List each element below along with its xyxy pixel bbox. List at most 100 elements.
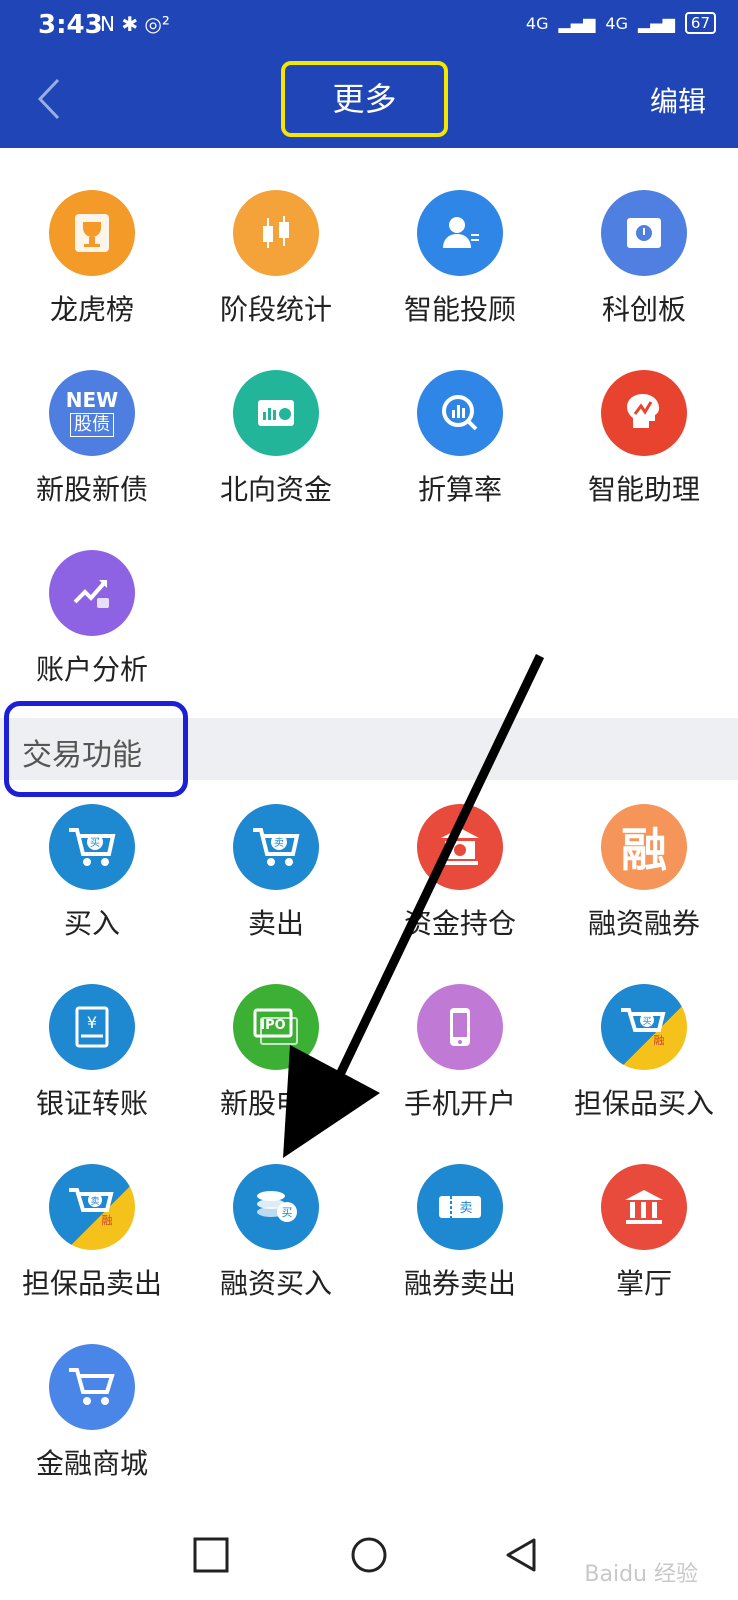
northbound-fund-icon	[233, 370, 319, 456]
edit-button[interactable]: 编辑	[650, 80, 706, 120]
candlestick-icon	[233, 190, 319, 276]
sell-cart-icon: 卖	[233, 804, 319, 890]
margin-buy-icon: 买	[233, 1164, 319, 1250]
grid-item-buy[interactable]: 买 买入	[0, 804, 184, 942]
grid-item-ipo[interactable]: IPO 新股申购	[184, 984, 368, 1122]
feature-grid: 龙虎榜 阶段统计 智能投顾 科创板 NEW 股债 新股新债 北向资金 折算率 智…	[0, 148, 738, 708]
short-sell-glyph: 卖	[459, 1201, 472, 1216]
grid-item-label: 卖出	[247, 907, 304, 940]
grid-item-label: 北向资金	[219, 473, 332, 506]
trade-grid: 买 买入 卖 卖出 资金持仓 融 融资融券 ¥ 银证转账 IPO 新股申购 手机…	[0, 780, 738, 1500]
signal-2: 4G	[605, 13, 628, 33]
grid-item-label: 担保品买入	[573, 1087, 714, 1120]
new-stock-bond-icon: NEW 股债	[49, 370, 135, 456]
grid-item-northbound[interactable]: 北向资金	[184, 370, 368, 508]
grid-item-label: 买入	[63, 907, 120, 940]
mobile-account-icon	[417, 984, 503, 1070]
grid-item-account-analysis[interactable]: 账户分析	[0, 550, 184, 688]
conversion-rate-icon	[417, 370, 503, 456]
page-title: 更多	[281, 61, 448, 137]
watermark: Baidu 经验	[584, 1562, 698, 1587]
bank-holding-icon	[417, 804, 503, 890]
badge-new: NEW	[65, 388, 119, 412]
star-board-icon	[601, 190, 687, 276]
back-nav-icon[interactable]	[500, 1532, 546, 1578]
grid-item-smart-advisor[interactable]: 智能投顾	[368, 190, 552, 328]
grid-item-mall[interactable]: 金融商城	[0, 1344, 184, 1482]
short-sell-icon: 卖	[417, 1164, 503, 1250]
grid-item-new-stock-bond[interactable]: NEW 股债 新股新债	[0, 370, 184, 508]
grid-item-label: 账户分析	[35, 653, 148, 686]
grid-item-label: 融券卖出	[403, 1267, 516, 1300]
grid-item-label: 折算率	[417, 473, 502, 506]
collateral-sell-glyph: 卖	[90, 1196, 99, 1207]
status-icons: N ✱ ◎²	[100, 12, 170, 36]
grid-item-label: 融资融券	[587, 907, 700, 940]
grid-item-label: 融资买入	[219, 1267, 332, 1300]
sell-glyph: 卖	[274, 837, 284, 849]
grid-item-mobile-account[interactable]: 手机开户	[368, 984, 552, 1122]
collateral-buy-glyph2: 融	[654, 1034, 665, 1047]
section-header: 交易功能	[0, 701, 738, 797]
grid-item-label: 阶段统计	[219, 293, 332, 326]
grid-item-collateral-buy[interactable]: 买融 担保品买入	[552, 984, 736, 1122]
grid-item-margin[interactable]: 融 融资融券	[552, 804, 736, 942]
section-title: 交易功能	[22, 738, 142, 773]
status-bar: 3:43 N ✱ ◎² 4G ▂▄▆ 4G ▂▄▆ 67	[0, 0, 738, 50]
collateral-sell-icon: 卖融	[49, 1164, 135, 1250]
grid-item-label: 资金持仓	[403, 907, 516, 940]
grid-item-short-sell[interactable]: 卖 融券卖出	[368, 1164, 552, 1302]
home-icon[interactable]	[346, 1532, 392, 1578]
signal-bars-icon-2: ▂▄▆	[637, 13, 675, 33]
advisor-icon	[417, 190, 503, 276]
grid-item-label: 智能投顾	[403, 293, 516, 326]
grid-item-longhubang[interactable]: 龙虎榜	[0, 190, 184, 328]
grid-item-label: 银证转账	[35, 1087, 148, 1120]
status-right: 4G ▂▄▆ 4G ▂▄▆ 67	[526, 12, 716, 34]
margin-icon: 融	[601, 804, 687, 890]
grid-item-stage-stats[interactable]: 阶段统计	[184, 190, 368, 328]
back-icon[interactable]	[30, 74, 70, 124]
grid-item-label: 科创板	[601, 293, 686, 326]
margin-buy-glyph: 买	[282, 1206, 293, 1219]
grid-item-label: 担保品卖出	[21, 1267, 162, 1300]
grid-item-bank-transfer[interactable]: ¥ 银证转账	[0, 984, 184, 1122]
hall-icon	[601, 1164, 687, 1250]
grid-item-fund-holding[interactable]: 资金持仓	[368, 804, 552, 942]
yen-glyph: ¥	[87, 1013, 97, 1032]
collateral-buy-glyph: 买	[642, 1016, 651, 1027]
recent-apps-icon[interactable]	[188, 1532, 234, 1578]
buy-glyph: 买	[90, 837, 100, 849]
collateral-sell-glyph2: 融	[102, 1214, 113, 1227]
grid-item-conversion[interactable]: 折算率	[368, 370, 552, 508]
grid-item-label: 新股申购	[219, 1087, 332, 1120]
mall-cart-icon	[49, 1344, 135, 1430]
grid-item-hall[interactable]: 掌厅	[552, 1164, 736, 1302]
grid-item-label: 手机开户	[403, 1087, 516, 1120]
grid-item-label: 智能助理	[587, 473, 700, 506]
system-nav-bar: Baidu 经验	[0, 1510, 738, 1600]
margin-glyph: 融	[621, 823, 667, 877]
buy-cart-icon: 买	[49, 804, 135, 890]
grid-item-sell[interactable]: 卖 卖出	[184, 804, 368, 942]
app-header: 更多 编辑	[0, 50, 738, 148]
signal-1: 4G	[525, 13, 549, 33]
ai-assistant-icon	[601, 370, 687, 456]
signal-bars-icon: ▂▄▆	[558, 13, 596, 33]
grid-item-collateral-sell[interactable]: 卖融 担保品卖出	[0, 1164, 184, 1302]
grid-item-label: 龙虎榜	[49, 293, 134, 326]
grid-item-star-board[interactable]: 科创板	[552, 190, 736, 328]
grid-item-margin-buy[interactable]: 买 融资买入	[184, 1164, 368, 1302]
status-time: 3:43	[38, 10, 103, 40]
battery-icon: 67	[684, 12, 716, 34]
grid-item-ai-assistant[interactable]: 智能助理	[552, 370, 736, 508]
trophy-icon	[49, 190, 135, 276]
grid-item-label: 金融商城	[35, 1447, 148, 1480]
ipo-icon: IPO	[233, 984, 319, 1070]
grid-item-label: 新股新债	[35, 473, 148, 506]
badge-stock-bond: 股债	[70, 413, 114, 437]
bank-transfer-icon: ¥	[49, 984, 135, 1070]
collateral-buy-icon: 买融	[601, 984, 687, 1070]
grid-item-label: 掌厅	[615, 1267, 672, 1300]
account-analysis-icon	[49, 550, 135, 636]
